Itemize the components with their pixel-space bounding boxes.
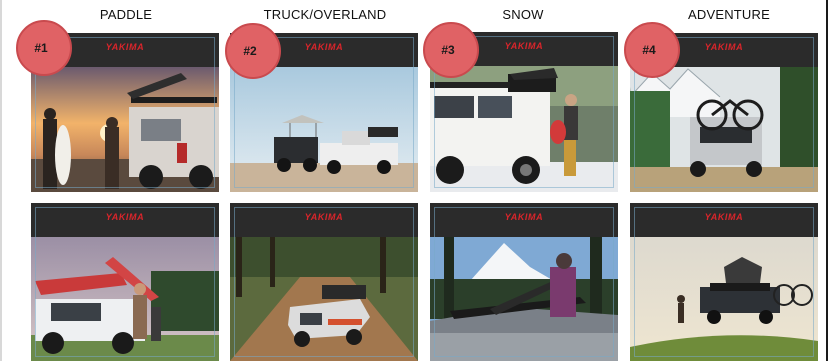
page-edge-right xyxy=(826,0,828,361)
document-page: PADDLE TRUCK/OVERLAND SNOW ADVENTURE YAK… xyxy=(0,0,833,361)
heading-paddle: PADDLE xyxy=(99,7,153,22)
heading-snow: SNOW xyxy=(502,7,544,22)
yakima-logo: YAKIMA xyxy=(304,212,344,222)
heading-adventure: ADVENTURE xyxy=(688,7,770,22)
photo-suv-kayaks xyxy=(31,237,219,361)
card-truck-overland-2[interactable]: YAKIMA xyxy=(230,203,418,361)
badge-3: #3 xyxy=(423,22,479,78)
yakima-logo: YAKIMA xyxy=(704,212,744,222)
photo-rooftop-tent-meadow xyxy=(630,237,818,361)
card-paddle-2[interactable]: YAKIMA xyxy=(31,203,219,361)
badge-4: #4 xyxy=(624,22,680,78)
badge-2: #2 xyxy=(225,23,281,79)
yakima-logo: YAKIMA xyxy=(105,212,145,222)
photo-skier-roof-rack xyxy=(430,237,618,361)
page-edge-left xyxy=(0,0,2,361)
photo-mountain-bike-rack xyxy=(630,67,818,192)
photo-desert-trucks xyxy=(230,67,418,192)
photo-surfers-sunset xyxy=(31,67,219,192)
card-snow-2[interactable]: YAKIMA xyxy=(430,203,618,361)
photo-truck-dirt-trail xyxy=(230,237,418,361)
yakima-logo: YAKIMA xyxy=(504,212,544,222)
heading-truck-overland: TRUCK/OVERLAND xyxy=(263,7,387,22)
photo-snow-cargo-truck xyxy=(430,66,618,192)
card-adventure-2[interactable]: YAKIMA xyxy=(630,203,818,361)
badge-1: #1 xyxy=(16,20,72,76)
